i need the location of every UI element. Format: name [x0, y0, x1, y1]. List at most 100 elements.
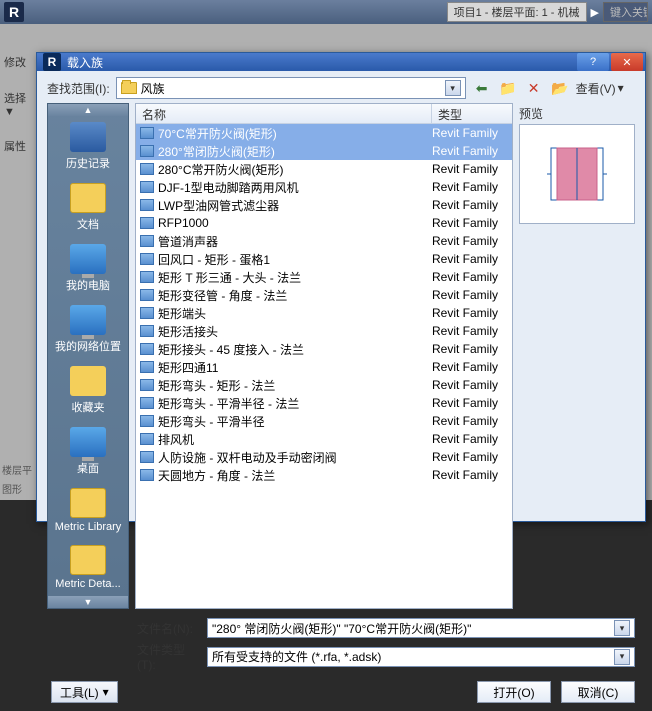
rfa-file-icon — [140, 271, 154, 283]
file-name: 矩形变径管 - 角度 - 法兰 — [158, 287, 428, 304]
lookin-label: 查找范围(I): — [47, 80, 110, 97]
open-button[interactable]: 打开(O) — [477, 681, 551, 703]
file-type: Revit Family — [432, 234, 508, 248]
rfa-file-icon — [140, 397, 154, 409]
rfa-file-icon — [140, 361, 154, 373]
place-label: Metric Deta... — [50, 578, 126, 590]
place-label: 我的电脑 — [50, 277, 126, 293]
places-item[interactable]: 文档 — [48, 177, 128, 238]
file-row[interactable]: 矩形四通11Revit Family — [136, 358, 512, 376]
tools-menu[interactable]: 工具(L) ▾ — [51, 681, 118, 703]
filetype-label: 文件类型(T): — [137, 641, 201, 672]
file-row[interactable]: 矩形活接头Revit Family — [136, 322, 512, 340]
close-button[interactable]: ✕ — [611, 53, 643, 71]
places-item[interactable]: 我的电脑 — [48, 238, 128, 299]
file-row[interactable]: DJF-1型电动脚踏两用风机Revit Family — [136, 178, 512, 196]
file-type: Revit Family — [432, 270, 508, 284]
view-menu[interactable]: 查看(V) ▾ — [576, 80, 624, 97]
file-type: Revit Family — [432, 288, 508, 302]
file-name: 天圆地方 - 角度 - 法兰 — [158, 467, 428, 484]
filename-label: 文件名(N): — [137, 620, 201, 637]
rfa-file-icon — [140, 451, 154, 463]
file-type: Revit Family — [432, 162, 508, 176]
file-row[interactable]: RFP1000 Revit Family — [136, 214, 512, 232]
file-type: Revit Family — [432, 396, 508, 410]
place-star-icon — [70, 366, 106, 396]
place-label: 历史记录 — [50, 155, 126, 171]
filetype-dropdown[interactable]: 所有受支持的文件 (*.rfa, *.adsk) ▾ — [207, 647, 635, 667]
file-type: Revit Family — [432, 144, 508, 158]
file-type: Revit Family — [432, 252, 508, 266]
filename-input[interactable]: "280° 常闭防火阀(矩形)" "70°C常开防火阀(矩形)" ▾ — [207, 618, 635, 638]
file-name: 人防设施 - 双杆电动及手动密闭阀 — [158, 449, 428, 466]
rfa-file-icon — [140, 163, 154, 175]
file-type: Revit Family — [432, 306, 508, 320]
file-row[interactable]: 矩形 T 形三通 - 大头 - 法兰Revit Family — [136, 268, 512, 286]
file-row[interactable]: 管道消声器 Revit Family — [136, 232, 512, 250]
places-item[interactable]: 我的网络位置 — [48, 299, 128, 360]
nav-right-icon[interactable]: ▶ — [591, 6, 599, 19]
place-label: 我的网络位置 — [50, 338, 126, 354]
file-name: RFP1000 — [158, 216, 428, 230]
back-icon[interactable]: ⬅ — [472, 78, 492, 98]
place-label: 桌面 — [50, 460, 126, 476]
file-row[interactable]: 排风机Revit Family — [136, 430, 512, 448]
file-row[interactable]: 矩形弯头 - 平滑半径 - 法兰Revit Family — [136, 394, 512, 412]
file-name: 70°C常开防火阀(矩形) — [158, 125, 428, 142]
file-type: Revit Family — [432, 432, 508, 446]
file-name: 管道消声器 — [158, 233, 428, 250]
cancel-button[interactable]: 取消(C) — [561, 681, 635, 703]
file-type: Revit Family — [432, 378, 508, 392]
file-type: Revit Family — [432, 216, 508, 230]
places-sidebar: ▲ 历史记录文档我的电脑我的网络位置收藏夹桌面 Metric Library Met… — [47, 103, 129, 609]
rfa-file-icon — [140, 469, 154, 481]
help-button[interactable]: ? — [577, 53, 609, 71]
places-scroll-up[interactable]: ▲ — [48, 104, 128, 116]
file-row[interactable]: 280°常闭防火阀(矩形)Revit Family — [136, 142, 512, 160]
rfa-file-icon — [140, 253, 154, 265]
places-item[interactable]: Metric Library — [48, 482, 128, 539]
rfa-file-icon — [140, 343, 154, 355]
places-item[interactable]: 收藏夹 — [48, 360, 128, 421]
file-row[interactable]: 天圆地方 - 角度 - 法兰Revit Family — [136, 466, 512, 484]
file-row[interactable]: 70°C常开防火阀(矩形) Revit Family — [136, 124, 512, 142]
file-type: Revit Family — [432, 414, 508, 428]
file-name: 矩形活接头 — [158, 323, 428, 340]
lookin-value: 风族 — [141, 80, 165, 97]
file-row[interactable]: 矩形端头Revit Family — [136, 304, 512, 322]
rfa-file-icon — [140, 145, 154, 157]
file-row[interactable]: 人防设施 - 双杆电动及手动密闭阀 Revit Family — [136, 448, 512, 466]
chevron-down-icon[interactable]: ▾ — [445, 80, 461, 96]
delete-icon[interactable]: ✕ — [524, 78, 544, 98]
file-list-pane: 名称 类型 70°C常开防火阀(矩形)Revit Family280°常闭防火阀… — [135, 103, 513, 609]
file-row[interactable]: 矩形接头 - 45 度接入 - 法兰Revit Family — [136, 340, 512, 358]
dialog-titlebar[interactable]: R 载入族 ? ✕ — [37, 53, 645, 71]
places-item[interactable]: Metric Deta... — [48, 539, 128, 596]
place-label: 收藏夹 — [50, 399, 126, 415]
places-scroll-down[interactable]: ▼ — [48, 596, 128, 608]
file-row[interactable]: 矩形弯头 - 矩形 - 法兰Revit Family — [136, 376, 512, 394]
file-row[interactable]: 矩形弯头 - 平滑半径Revit Family — [136, 412, 512, 430]
list-header[interactable]: 名称 类型 — [136, 104, 512, 124]
new-folder-icon[interactable]: 📂 — [550, 78, 570, 98]
rfa-file-icon — [140, 325, 154, 337]
ribbon-search-input[interactable]: 键入关键 — [603, 2, 648, 22]
preview-box — [519, 124, 635, 224]
file-row[interactable]: 280°C常开防火阀(矩形)Revit Family — [136, 160, 512, 178]
places-item[interactable]: 桌面 — [48, 421, 128, 482]
col-type-header[interactable]: 类型 — [432, 104, 512, 123]
file-type: Revit Family — [432, 126, 508, 140]
chevron-down-icon[interactable]: ▾ — [614, 620, 630, 636]
file-row[interactable]: 回风口 - 矩形 - 蛋格1Revit Family — [136, 250, 512, 268]
project-title: 项目1 - 楼层平面: 1 - 机械 — [447, 2, 587, 22]
chevron-down-icon[interactable]: ▾ — [614, 649, 630, 665]
up-folder-icon[interactable]: 📁 — [498, 78, 518, 98]
place-monitor-icon — [70, 244, 106, 274]
file-type: Revit Family — [432, 450, 508, 464]
file-row[interactable]: 矩形变径管 - 角度 - 法兰 Revit Family — [136, 286, 512, 304]
places-item[interactable]: 历史记录 — [48, 116, 128, 177]
col-name-header[interactable]: 名称 — [136, 104, 432, 123]
lookin-dropdown[interactable]: 风族 ▾ — [116, 77, 466, 99]
file-row[interactable]: LWP型油网管式滤尘器Revit Family — [136, 196, 512, 214]
file-list[interactable]: 70°C常开防火阀(矩形)Revit Family280°常闭防火阀(矩形)Re… — [136, 124, 512, 608]
